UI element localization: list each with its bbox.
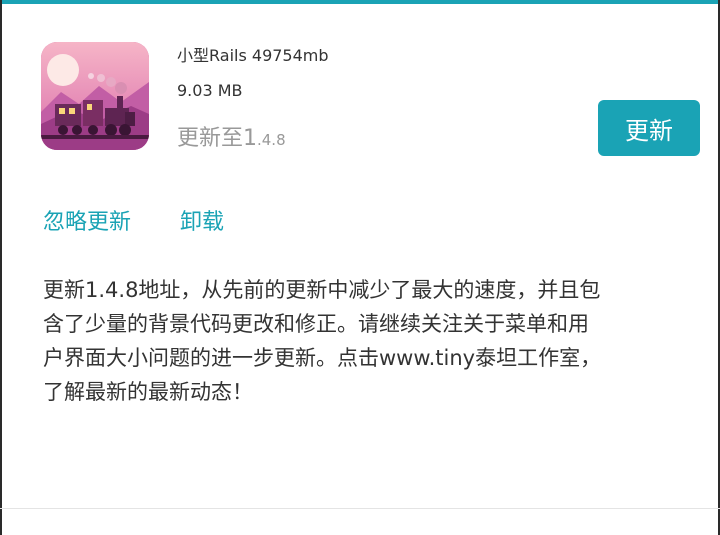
uninstall-link[interactable]: 卸载 <box>180 204 224 236</box>
update-version-number: .4.8 <box>257 131 286 149</box>
bottom-divider <box>0 508 720 509</box>
app-size: 9.03 MB <box>177 81 243 100</box>
release-notes-line: 户界面大小问题的进一步更新。点击www.tiny泰坦工作室， <box>43 346 602 370</box>
ignore-update-link[interactable]: 忽略更新 <box>43 204 131 236</box>
train-game-icon <box>41 42 149 150</box>
release-notes: 更新1.4.8地址，从先前的更新中减少了最大的速度，并且包 含了少量的背景代码更… <box>43 273 643 409</box>
top-accent-bar <box>0 0 720 4</box>
update-version-text: 更新至1.4.8 <box>177 120 286 152</box>
app-icon <box>41 42 149 150</box>
window-left-edge <box>0 0 2 535</box>
update-button[interactable]: 更新 <box>598 100 700 156</box>
release-notes-line: 含了少量的背景代码更改和修正。请继续关注关于菜单和用 <box>43 312 589 336</box>
release-notes-line: 了解最新的最新动态！ <box>43 380 253 404</box>
update-version-prefix: 更新至1 <box>177 126 257 151</box>
release-notes-line: 更新1.4.8地址，从先前的更新中减少了最大的速度，并且包 <box>43 278 601 302</box>
app-name: 小型Rails 49754mb <box>177 46 329 65</box>
